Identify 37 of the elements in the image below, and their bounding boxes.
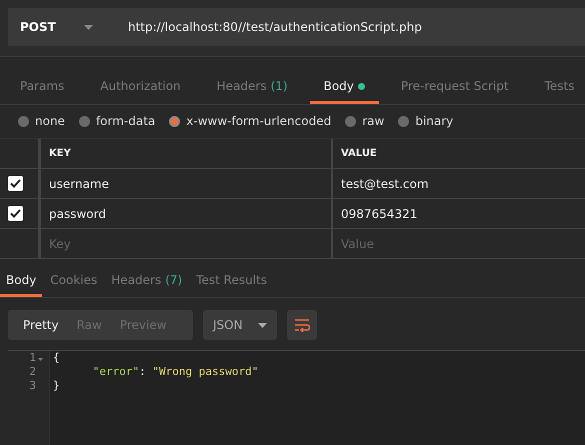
radio-option[interactable]: binary: [398, 114, 454, 128]
line-number: 2: [29, 365, 36, 378]
line-number: 1: [29, 351, 36, 364]
code-line: {: [53, 351, 60, 364]
column-header: VALUE: [341, 148, 377, 159]
table-cell[interactable]: test@test.com: [341, 176, 429, 190]
caret-icon: [258, 322, 267, 328]
table-cell[interactable]: 0987654321: [341, 206, 418, 220]
tab[interactable]: Headers (7): [105, 265, 188, 297]
wrap-lines-icon: [294, 318, 310, 332]
view-mode-tab[interactable]: Pretty: [14, 318, 68, 332]
radio-button[interactable]: [345, 116, 356, 126]
table-cell[interactable]: username: [49, 176, 109, 190]
radio-option[interactable]: form-data: [78, 114, 156, 128]
url-field[interactable]: http://localhost:80//test/authenticationScript.php: [120, 8, 585, 46]
format-dropdown[interactable]: JSON: [203, 310, 277, 340]
tab[interactable]: Body: [310, 69, 379, 104]
table-cell[interactable]: password: [49, 206, 106, 220]
tab[interactable]: Headers (1): [202, 69, 302, 104]
radio-button[interactable]: [18, 116, 29, 126]
wrap-lines-button[interactable]: [287, 310, 317, 340]
code-line: "error": "Wrong password": [92, 365, 258, 378]
tab[interactable]: Body: [0, 265, 42, 297]
line-number: 3: [29, 379, 36, 392]
radio-button[interactable]: [169, 116, 180, 126]
checkbox[interactable]: [8, 176, 23, 191]
radio-option[interactable]: none: [18, 114, 65, 128]
radio-option[interactable]: x-www-form-urlencoded: [169, 114, 332, 128]
caret-icon: [84, 24, 93, 30]
radio-button[interactable]: [78, 116, 90, 126]
method-dropdown[interactable]: POST: [8, 8, 120, 46]
radio-option[interactable]: raw: [345, 114, 384, 128]
checkbox[interactable]: [8, 206, 23, 221]
fold-caret-icon[interactable]: [38, 358, 43, 361]
radio-button[interactable]: [398, 116, 410, 126]
column-header: KEY: [49, 148, 71, 159]
code-line: }: [53, 379, 60, 392]
